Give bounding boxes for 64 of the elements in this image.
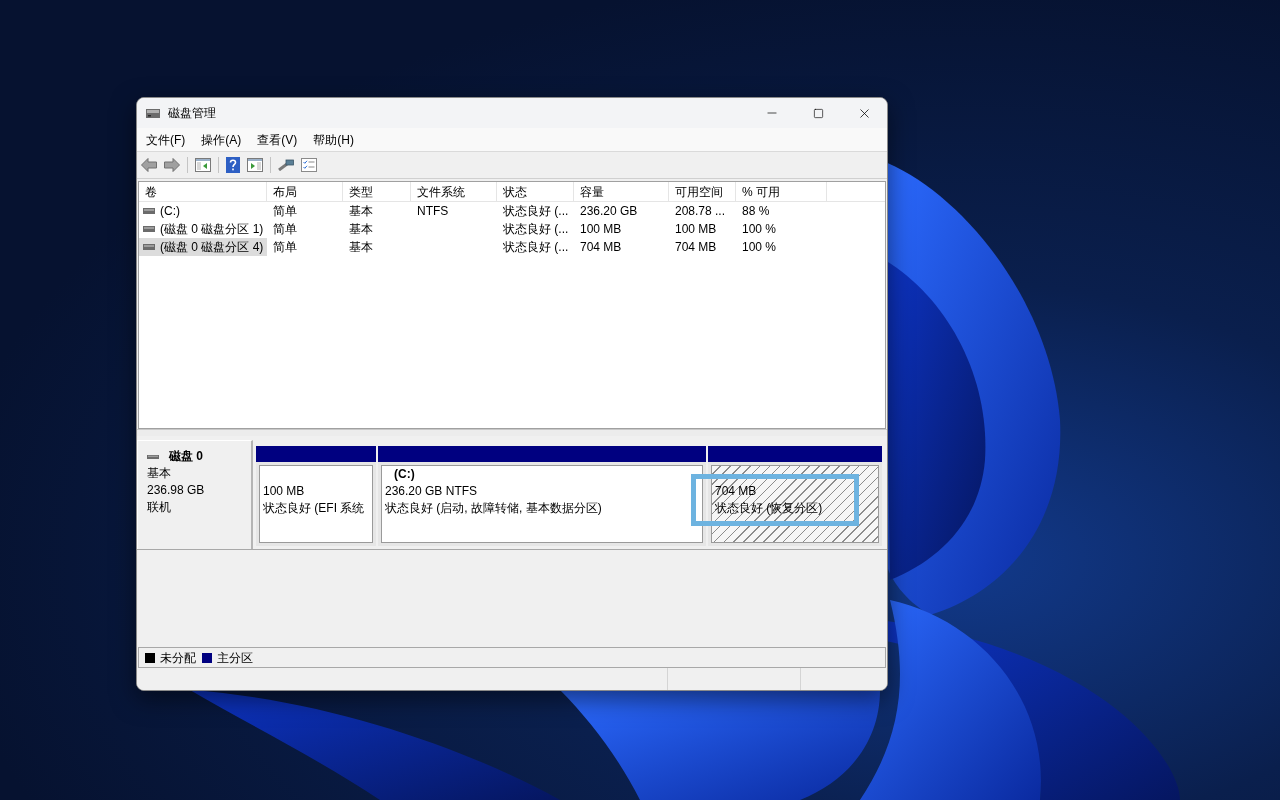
column-header[interactable]: % 可用	[736, 182, 827, 201]
column-header[interactable]: 类型	[343, 182, 411, 201]
partition-area[interactable]: (C:) 236.20 GB NTFS 状态良好 (启动, 故障转储, 基本数据分区)	[378, 462, 706, 546]
capacity-text: 236.20 GB	[580, 204, 638, 218]
window-title: 磁盘管理	[168, 105, 216, 122]
menu-item[interactable]: 帮助(H)	[309, 129, 358, 150]
layout-text: 简单	[273, 204, 297, 218]
volume-list-item[interactable]: (C:)	[139, 202, 267, 220]
partition-size-text: 100 MB	[263, 484, 305, 498]
type-text: 基本	[349, 204, 373, 218]
checklist-icon[interactable]	[301, 158, 317, 172]
disk-info-panel[interactable]: 磁盘 0 基本 236.98 GB 联机	[137, 440, 253, 549]
layout-text: 简单	[273, 240, 297, 254]
type-text: 基本	[349, 240, 373, 254]
type-text: 基本	[349, 222, 373, 236]
partition-label: (C:)	[394, 467, 415, 481]
column-header[interactable]: 容量	[574, 182, 669, 201]
partition-size-text: 704 MB	[715, 484, 757, 498]
disk-name: 磁盘 0	[169, 448, 203, 465]
layout-text: 简单	[273, 222, 297, 236]
drive-icon	[143, 208, 155, 214]
capacity-text: 100 MB	[580, 222, 622, 236]
free-space-text: 100 MB	[675, 222, 717, 236]
column-header[interactable]: 卷	[139, 182, 267, 201]
legend-label: 未分配	[160, 649, 196, 667]
status-text: 状态良好 (...	[503, 204, 569, 218]
disk-icon	[147, 454, 159, 459]
column-header[interactable]: 文件系统	[411, 182, 497, 201]
volume-list-item[interactable]: (磁盘 0 磁盘分区 4)	[139, 238, 267, 256]
partition-area[interactable]: 100 MB 状态良好 (EFI 系统	[256, 462, 376, 546]
status-text: 状态良好 (...	[503, 240, 569, 254]
partition-status-text: 状态良好 (恢复分区)	[715, 501, 823, 515]
column-header[interactable]: 可用空间	[669, 182, 736, 201]
free-space-text: 208.78 ...	[675, 204, 726, 218]
column-header[interactable]: 布局	[267, 182, 343, 201]
menu-item[interactable]: 操作(A)	[197, 129, 246, 150]
column-header[interactable]: 状态	[497, 182, 574, 201]
window-pane-icon[interactable]	[247, 158, 263, 172]
back-arrow-icon[interactable]	[141, 158, 157, 172]
drive-icon	[143, 244, 155, 250]
percent-free-text: 100 %	[742, 222, 777, 236]
window-pane-icon[interactable]	[195, 158, 211, 172]
disk-type-text: 基本	[147, 466, 171, 480]
capacity-text: 704 MB	[580, 240, 622, 254]
drive-icon	[146, 108, 160, 118]
legend-label: 主分区	[217, 649, 253, 667]
drive-icon	[143, 226, 155, 232]
menu-item[interactable]: 文件(F)	[142, 129, 190, 150]
percent-free-text: 100 %	[742, 240, 777, 254]
status-text: 状态良好 (...	[503, 222, 569, 236]
menu-item[interactable]: 查看(V)	[253, 129, 302, 150]
help-icon[interactable]	[226, 157, 240, 173]
volume-list-item[interactable]: (磁盘 0 磁盘分区 1)	[139, 220, 267, 238]
partition-status-text: 状态良好 (EFI 系统	[263, 501, 365, 515]
disk-size-text: 236.98 GB	[147, 483, 205, 497]
percent-free-text: 88 %	[742, 204, 770, 218]
maximize-icon	[812, 107, 824, 119]
partition-size-text: 236.20 GB NTFS	[385, 484, 478, 498]
disk-status-text: 联机	[147, 500, 171, 514]
forward-arrow-icon[interactable]	[164, 158, 180, 172]
hammer-icon[interactable]	[278, 159, 294, 171]
free-space-text: 704 MB	[675, 240, 717, 254]
partition-status-text: 状态良好 (启动, 故障转储, 基本数据分区)	[385, 501, 602, 515]
file-system-text: NTFS	[417, 204, 449, 218]
